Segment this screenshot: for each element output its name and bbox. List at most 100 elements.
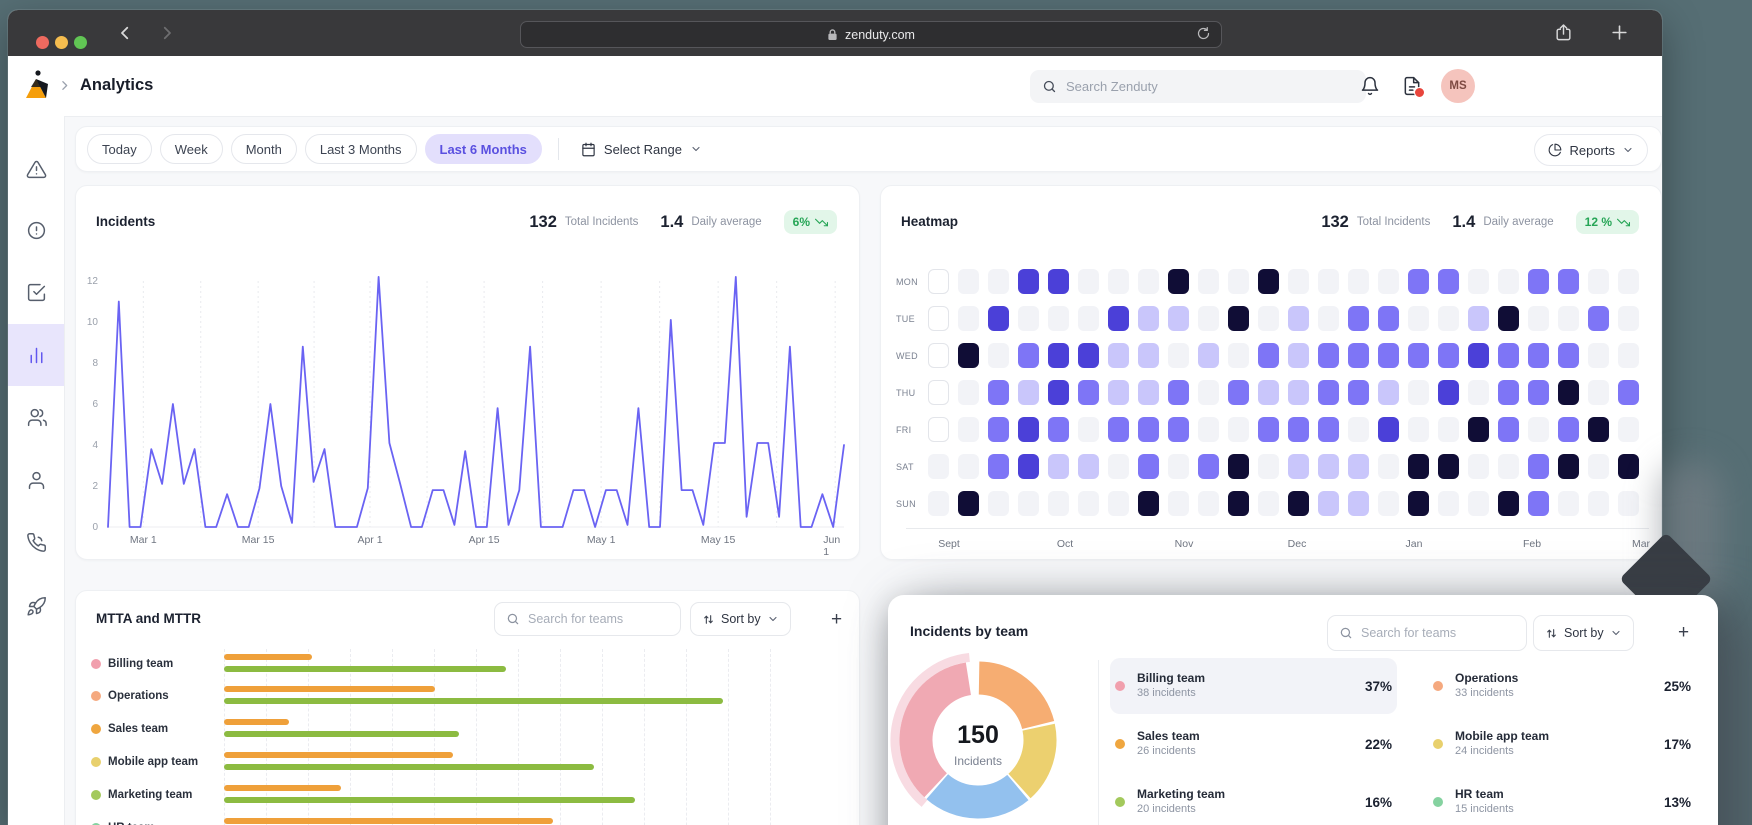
heatmap-cell[interactable]: [1018, 306, 1039, 331]
heatmap-cell[interactable]: [1468, 491, 1489, 516]
heatmap-cell[interactable]: [1318, 417, 1339, 442]
heatmap-cell[interactable]: [1108, 306, 1129, 331]
heatmap-cell[interactable]: [1228, 380, 1249, 405]
heatmap-cell[interactable]: [1618, 491, 1639, 516]
heatmap-cell[interactable]: [1618, 269, 1639, 294]
heatmap-cell[interactable]: [1318, 306, 1339, 331]
heatmap-cell[interactable]: [1228, 306, 1249, 331]
heatmap-cell[interactable]: [1528, 454, 1549, 479]
heatmap-cell[interactable]: [1168, 491, 1189, 516]
heatmap-cell[interactable]: [1048, 269, 1069, 294]
heatmap-cell[interactable]: [1588, 306, 1609, 331]
reports-dropdown[interactable]: Reports: [1534, 134, 1648, 166]
heatmap-cell[interactable]: [1078, 417, 1099, 442]
heatmap-cell[interactable]: [1468, 343, 1489, 368]
heatmap-cell[interactable]: [1378, 269, 1399, 294]
heatmap-cell[interactable]: [1378, 306, 1399, 331]
heatmap-cell[interactable]: [1288, 454, 1309, 479]
heatmap-cell[interactable]: [1108, 380, 1129, 405]
heatmap-cell[interactable]: [1138, 380, 1159, 405]
heatmap-cell[interactable]: [1498, 454, 1519, 479]
heatmap-cell[interactable]: [928, 269, 949, 294]
heatmap-cell[interactable]: [1498, 491, 1519, 516]
heatmap-cell[interactable]: [1588, 380, 1609, 405]
heatmap-cell[interactable]: [1198, 269, 1219, 294]
heatmap-cell[interactable]: [1528, 417, 1549, 442]
heatmap-cell[interactable]: [1258, 306, 1279, 331]
sidebar-item-call-routing[interactable]: [8, 511, 64, 573]
heatmap-cell[interactable]: [1528, 491, 1549, 516]
heatmap-cell[interactable]: [1348, 380, 1369, 405]
heatmap-cell[interactable]: [1228, 491, 1249, 516]
heatmap-cell[interactable]: [1408, 269, 1429, 294]
heatmap-cell[interactable]: [1618, 454, 1639, 479]
heatmap-cell[interactable]: [928, 306, 949, 331]
heatmap-cell[interactable]: [1378, 343, 1399, 368]
heatmap-cell[interactable]: [1228, 343, 1249, 368]
reload-button[interactable]: [1196, 26, 1211, 41]
heatmap-cell[interactable]: [1318, 269, 1339, 294]
heatmap-cell[interactable]: [1048, 380, 1069, 405]
browser-forward-button[interactable]: [158, 24, 176, 42]
heatmap-cell[interactable]: [1468, 380, 1489, 405]
mtta-search-input[interactable]: Search for teams: [494, 602, 681, 636]
heatmap-cell[interactable]: [1558, 380, 1579, 405]
sidebar-item-profile[interactable]: [8, 449, 64, 511]
mtta-add-button[interactable]: +: [825, 609, 848, 630]
heatmap-cell[interactable]: [928, 343, 949, 368]
heatmap-cell[interactable]: [1018, 417, 1039, 442]
filter-pill-month[interactable]: Month: [231, 134, 297, 164]
filter-pill-last-3-months[interactable]: Last 3 Months: [305, 134, 417, 164]
window-zoom-button[interactable]: [74, 36, 87, 49]
window-close-button[interactable]: [36, 36, 49, 49]
heatmap-cell[interactable]: [1078, 269, 1099, 294]
heatmap-cell[interactable]: [1588, 269, 1609, 294]
heatmap-cell[interactable]: [958, 380, 979, 405]
mtta-sort-dropdown[interactable]: Sort by: [690, 602, 791, 636]
heatmap-cell[interactable]: [1018, 343, 1039, 368]
heatmap-cell[interactable]: [1138, 417, 1159, 442]
heatmap-cell[interactable]: [1138, 269, 1159, 294]
heatmap-cell[interactable]: [1378, 417, 1399, 442]
address-bar[interactable]: zenduty.com: [520, 21, 1222, 48]
legend-item[interactable]: Marketing team20 incidents16%: [1115, 779, 1392, 825]
heatmap-cell[interactable]: [1288, 306, 1309, 331]
heatmap-cell[interactable]: [1498, 343, 1519, 368]
heatmap-cell[interactable]: [1108, 417, 1129, 442]
sidebar-item-tasks[interactable]: [8, 261, 64, 323]
heatmap-cell[interactable]: [1408, 306, 1429, 331]
heatmap-cell[interactable]: [1168, 380, 1189, 405]
heatmap-cell[interactable]: [1138, 343, 1159, 368]
heatmap-cell[interactable]: [1138, 454, 1159, 479]
legend-item[interactable]: Sales team26 incidents22%: [1115, 721, 1392, 767]
heatmap-cell[interactable]: [1408, 380, 1429, 405]
heatmap-cell[interactable]: [1438, 306, 1459, 331]
heatmap-cell[interactable]: [1408, 491, 1429, 516]
heatmap-cell[interactable]: [988, 269, 1009, 294]
heatmap-cell[interactable]: [1618, 343, 1639, 368]
heatmap-cell[interactable]: [1438, 343, 1459, 368]
sidebar-item-analytics[interactable]: [8, 324, 64, 386]
filter-pill-today[interactable]: Today: [87, 134, 152, 164]
team-search-input[interactable]: Search for teams: [1327, 615, 1527, 651]
heatmap-cell[interactable]: [1198, 417, 1219, 442]
heatmap-cell[interactable]: [1198, 380, 1219, 405]
heatmap-cell[interactable]: [1528, 269, 1549, 294]
heatmap-cell[interactable]: [928, 454, 949, 479]
heatmap-cell[interactable]: [1048, 417, 1069, 442]
legend-item[interactable]: Mobile app team24 incidents17%: [1433, 721, 1691, 767]
heatmap-cell[interactable]: [958, 491, 979, 516]
heatmap-cell[interactable]: [1558, 454, 1579, 479]
heatmap-cell[interactable]: [988, 491, 1009, 516]
heatmap-cell[interactable]: [928, 380, 949, 405]
user-avatar[interactable]: MS: [1441, 69, 1475, 103]
heatmap-cell[interactable]: [958, 269, 979, 294]
heatmap-cell[interactable]: [1198, 306, 1219, 331]
heatmap-cell[interactable]: [1348, 343, 1369, 368]
heatmap-cell[interactable]: [1048, 306, 1069, 331]
heatmap-cell[interactable]: [1438, 269, 1459, 294]
heatmap-cell[interactable]: [1198, 343, 1219, 368]
heatmap-cell[interactable]: [1618, 306, 1639, 331]
heatmap-cell[interactable]: [1348, 454, 1369, 479]
heatmap-cell[interactable]: [1438, 454, 1459, 479]
